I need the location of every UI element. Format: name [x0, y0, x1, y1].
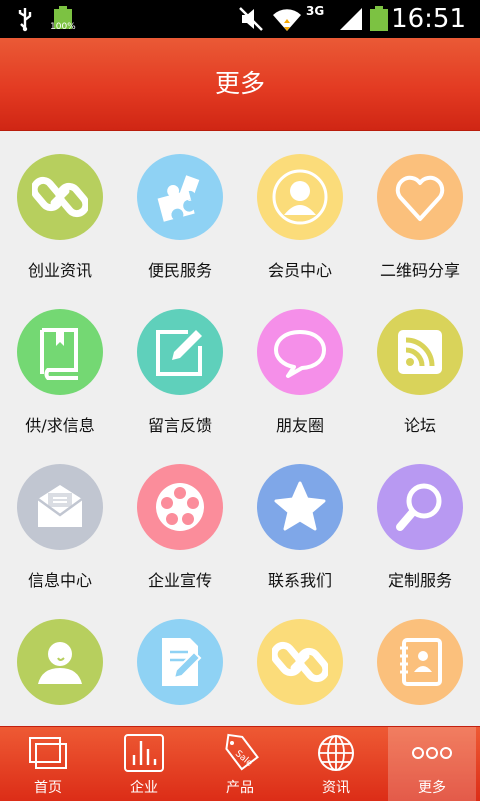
clock: 16:51 — [391, 4, 466, 34]
star-icon — [257, 464, 343, 550]
mail-icon — [17, 464, 103, 550]
grid-item-user[interactable] — [0, 596, 120, 726]
nav-home-label: 首页 — [34, 780, 62, 796]
battery-icon — [52, 0, 74, 38]
grid-item-custom-service[interactable]: 定制服务 — [360, 441, 480, 596]
magnifier-icon — [377, 464, 463, 550]
nav-products-label: 产品 — [226, 780, 254, 796]
grid-item-contacts[interactable] — [360, 596, 480, 726]
book-icon — [17, 309, 103, 395]
grid-item-supply-demand[interactable]: 供/求信息 — [0, 286, 120, 441]
link-icon — [257, 619, 343, 705]
grid-item-label: 定制服务 — [387, 571, 452, 590]
user-icon — [17, 619, 103, 705]
nav-news-label: 资讯 — [322, 780, 350, 796]
heart-icon — [377, 154, 463, 240]
grid-item-label: 会员中心 — [267, 261, 332, 280]
grid-item-friends-circle[interactable]: 朋友圈 — [240, 286, 360, 441]
grid-item-document[interactable] — [120, 596, 240, 726]
grid-item-label: 联系我们 — [267, 571, 332, 590]
grid-item-label: 创业资讯 — [27, 261, 92, 280]
grid-item-qr-share[interactable]: 二维码分享 — [360, 131, 480, 286]
nav-news[interactable]: 资讯 — [288, 727, 384, 801]
nav-more[interactable]: 更多 — [388, 727, 476, 801]
page-title: 更多 — [214, 69, 265, 98]
nav-more-label: 更多 — [418, 780, 446, 796]
signal-icon — [338, 0, 364, 38]
sale-tag-icon: Sale — [218, 733, 262, 773]
grid-item-label: 留言反馈 — [147, 416, 212, 435]
grid-item-label: 供/求信息 — [25, 416, 95, 435]
nav-home[interactable]: 首页 — [0, 727, 96, 801]
grid-item-feedback[interactable]: 留言反馈 — [120, 286, 240, 441]
svg-text:Sale: Sale — [233, 749, 255, 769]
grid-item-public-services[interactable]: 便民服务 — [120, 131, 240, 286]
nav-enterprise-label: 企业 — [130, 780, 158, 796]
grid-item-label: 信息中心 — [27, 571, 92, 590]
status-bar: 100% 3G 16:51 — [0, 0, 480, 38]
usb-icon — [14, 0, 36, 38]
grid-item-label: 朋友圈 — [275, 416, 324, 435]
title-bar: 更多 — [0, 38, 480, 131]
mute-icon — [238, 0, 266, 38]
grid-item-company-promo[interactable]: 企业宣传 — [120, 441, 240, 596]
grid-item-link[interactable] — [240, 596, 360, 726]
grid-item-info-center[interactable]: 信息中心 — [0, 441, 120, 596]
chat-bubble-icon — [257, 309, 343, 395]
bottom-nav: 首页 企业 Sale 产品 资讯 更多 — [0, 726, 480, 801]
grid-item-label: 论坛 — [403, 416, 436, 435]
battery-full-icon — [368, 0, 390, 38]
windows-icon — [26, 733, 70, 773]
member-icon — [257, 154, 343, 240]
edit-icon — [137, 309, 223, 395]
grid-item-label: 企业宣传 — [147, 571, 212, 590]
more-dots-icon — [410, 733, 454, 773]
grid-item-forum[interactable]: 论坛 — [360, 286, 480, 441]
grid-item-contact-us[interactable]: 联系我们 — [240, 441, 360, 596]
document-pencil-icon — [137, 619, 223, 705]
network-type: 3G — [306, 4, 325, 18]
contacts-icon — [377, 619, 463, 705]
rss-icon — [377, 309, 463, 395]
battery-percent: 100% — [50, 22, 76, 32]
puzzle-icon — [137, 154, 223, 240]
link-icon — [17, 154, 103, 240]
wifi-icon — [272, 0, 302, 38]
film-reel-icon — [137, 464, 223, 550]
grid-item-label: 二维码分享 — [379, 261, 460, 280]
grid-item-startup-news[interactable]: 创业资讯 — [0, 131, 120, 286]
feature-grid: 创业资讯 便民服务 会员中心 二维码分享 供/求信息 留言反馈 朋友圈 论坛 信… — [0, 131, 480, 726]
bar-chart-icon — [122, 733, 166, 773]
nav-enterprise[interactable]: 企业 — [96, 727, 192, 801]
grid-item-label: 便民服务 — [147, 261, 212, 280]
nav-products[interactable]: Sale 产品 — [192, 727, 288, 801]
globe-icon — [314, 733, 358, 773]
grid-item-member-center[interactable]: 会员中心 — [240, 131, 360, 286]
